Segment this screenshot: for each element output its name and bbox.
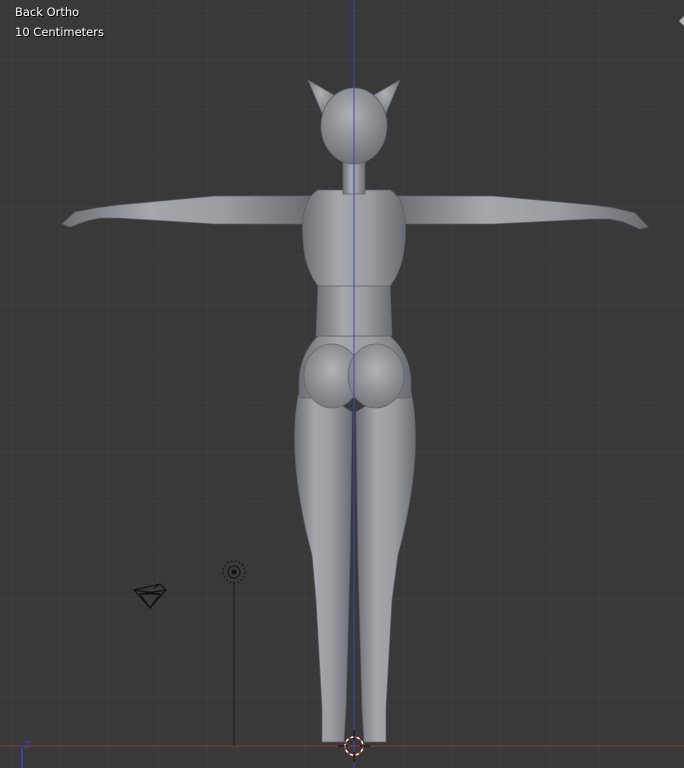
left-arm bbox=[61, 195, 313, 228]
character-mesh[interactable] bbox=[61, 79, 649, 743]
axis-gizmo-label: Z bbox=[24, 741, 30, 751]
axis-gizmo: Z bbox=[21, 741, 30, 768]
camera-icon[interactable] bbox=[132, 583, 167, 610]
lamp-icon[interactable] bbox=[222, 560, 246, 746]
scene: Z bbox=[0, 0, 684, 768]
3d-viewport[interactable]: Z Back Ortho 10 Centimeters bbox=[0, 0, 684, 768]
right-leg bbox=[355, 379, 416, 743]
view-name-label: Back Ortho bbox=[15, 5, 80, 19]
right-arm bbox=[395, 195, 649, 230]
grid-scale-label: 10 Centimeters bbox=[15, 25, 104, 39]
region-expand-icon[interactable] bbox=[678, 14, 684, 28]
left-leg bbox=[294, 379, 353, 743]
